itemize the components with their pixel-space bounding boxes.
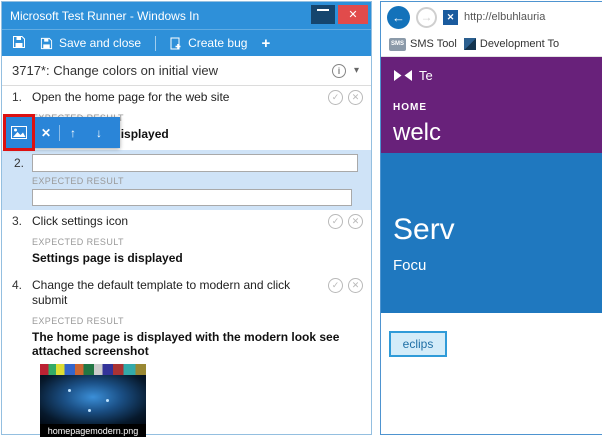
steps-list: 1. Open the home page for the web site ✓… [2, 86, 371, 437]
step-number: 1. [12, 90, 23, 104]
favorite-sms-tool[interactable]: SMS SMS Tool [389, 37, 457, 51]
favorite-development-tool[interactable]: Development To [463, 38, 560, 50]
expected-result-label: EXPECTED RESULT [32, 176, 124, 186]
minimize-icon [317, 9, 329, 11]
save-icon [13, 35, 25, 48]
development-tool-icon [463, 38, 476, 50]
favorite-label: Development To [479, 38, 560, 50]
window-title: Microsoft Test Runner - Windows In [10, 8, 200, 23]
nav-home-link[interactable]: HOME [393, 102, 602, 113]
step-title: Click settings icon [32, 214, 129, 228]
create-bug-icon [170, 37, 181, 49]
step-4[interactable]: 4. Change the default template to modern… [2, 278, 371, 437]
back-button[interactable]: ← [387, 5, 410, 29]
add-button[interactable]: + [261, 35, 270, 52]
screen: Microsoft Test Runner - Windows In ✕ Sav… [0, 0, 602, 437]
chevron-down-icon[interactable]: ▾ [354, 65, 359, 76]
pass-mark-icon[interactable]: ✓ [328, 214, 343, 229]
fail-mark-icon[interactable]: ✕ [348, 214, 363, 229]
thumbnail-detail [88, 409, 91, 412]
delete-step-button[interactable]: ✕ [33, 117, 59, 148]
eclipse-button[interactable]: eclips [389, 331, 447, 357]
browser-window: ← → ✕ http://elbuhlauria SMS SMS Tool De… [380, 1, 602, 435]
move-up-button[interactable]: ↑ [60, 117, 86, 148]
expected-result-text: Settings page is displayed [32, 251, 183, 265]
minimize-button[interactable] [311, 5, 335, 24]
step-title: Open the home page for the web site [32, 90, 230, 104]
step-number: 3. [12, 214, 23, 228]
picture-icon [11, 126, 27, 139]
fail-mark-icon[interactable]: ✕ [348, 90, 363, 105]
site-brand[interactable]: Te [393, 66, 602, 84]
browser-nav-bar: ← → ✕ http://elbuhlauria [381, 2, 602, 32]
address-bar[interactable]: http://elbuhlauria [464, 11, 602, 23]
favorite-label: SMS Tool [410, 38, 457, 50]
hero-title: Serv [393, 213, 455, 246]
site-header-band: Te HOME welc [381, 57, 602, 153]
create-bug-label: Create bug [188, 36, 248, 50]
thumbnail-detail [68, 389, 71, 392]
thumbnail-detail [106, 399, 109, 402]
step-edit-toolbar: ✕ ↑ ↓ [3, 114, 120, 151]
save-button[interactable] [12, 35, 26, 52]
runner-toolbar: Save and close Create bug + [2, 29, 371, 56]
window-controls: ✕ [311, 5, 368, 24]
step2-expected-input[interactable] [32, 189, 352, 206]
favorites-bar: SMS SMS Tool Development To [381, 32, 602, 57]
site-logo-icon [394, 69, 412, 81]
thumbnail-image [40, 375, 146, 424]
attachment-thumbnail[interactable]: homepagemodern.png [40, 364, 146, 437]
sms-tool-icon: SMS [389, 37, 406, 51]
expected-result-label: EXPECTED RESULT [32, 316, 124, 326]
pass-mark-icon[interactable]: ✓ [328, 278, 343, 293]
test-case-title: 3717*: Change colors on initial view [12, 63, 218, 78]
site-hero-band: Serv Focu [381, 153, 602, 313]
save-and-close-icon [40, 37, 53, 49]
step2-action-input[interactable] [32, 154, 358, 172]
step-number: 2. [14, 156, 25, 170]
expected-result-label: EXPECTED RESULT [32, 237, 124, 247]
move-down-button[interactable]: ↓ [86, 117, 112, 148]
site-content-band: eclips [381, 313, 602, 357]
welcome-heading: welc [393, 119, 442, 146]
fail-mark-icon[interactable]: ✕ [348, 278, 363, 293]
step-title: Change the default template to modern an… [32, 278, 291, 307]
expected-result-text: The home page is displayed with the mode… [32, 330, 340, 358]
test-runner-window: Microsoft Test Runner - Windows In ✕ Sav… [1, 1, 372, 437]
create-bug-button[interactable]: Create bug [170, 36, 247, 50]
forward-button[interactable]: → [416, 6, 437, 28]
site-favicon-icon: ✕ [443, 9, 458, 25]
titlebar[interactable]: Microsoft Test Runner - Windows In ✕ [2, 2, 371, 29]
attachment-filename: homepagemodern.png [40, 424, 146, 437]
hero-subtitle: Focu [393, 257, 427, 274]
insert-image-button[interactable] [3, 114, 35, 151]
save-and-close-button[interactable]: Save and close [40, 36, 141, 50]
step-2-selected[interactable]: 2. EXPECTED RESULT [2, 150, 371, 210]
web-page: Te HOME welc Serv Focu eclips [381, 57, 602, 434]
close-icon: ✕ [348, 9, 358, 21]
toolbar-separator [155, 35, 157, 51]
pass-mark-icon[interactable]: ✓ [328, 90, 343, 105]
step-3[interactable]: 3. Click settings icon ✓ ✕ EXPECTED RESU… [2, 214, 371, 265]
test-case-header: 3717*: Change colors on initial view i ▾ [2, 56, 371, 86]
thumbnail-strip [40, 364, 146, 375]
close-button[interactable]: ✕ [338, 5, 368, 24]
header-icons: i ▾ [331, 63, 359, 78]
info-icon[interactable]: i [331, 63, 346, 78]
site-brand-text: Te [419, 67, 433, 83]
save-and-close-label: Save and close [59, 36, 142, 50]
step-number: 4. [12, 278, 23, 292]
